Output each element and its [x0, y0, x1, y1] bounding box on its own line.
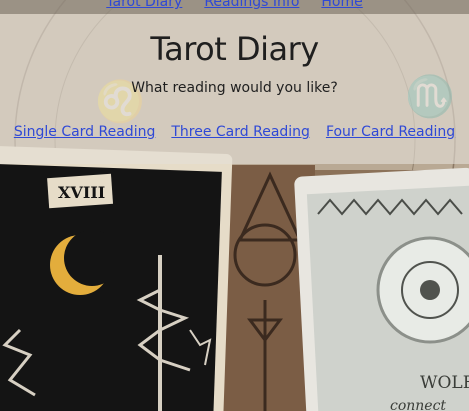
card-connect-text: connect [390, 398, 446, 411]
nav-link-tarot-diary[interactable]: Tarot Diary [106, 0, 182, 14]
nav-link-home[interactable]: Home [321, 0, 362, 14]
card-numeral: XVIII [58, 183, 105, 202]
page-subtitle: What reading would you like? [131, 80, 338, 96]
card-wolf-text: WOLF [420, 373, 469, 393]
three-card-reading-link[interactable]: Three Card Reading [171, 124, 310, 140]
top-nav: Tarot Diary Readings Info Home [0, 0, 469, 14]
single-card-reading-link[interactable]: Single Card Reading [14, 124, 156, 140]
nav-link-readings-info[interactable]: Readings Info [204, 0, 299, 14]
four-card-reading-link[interactable]: Four Card Reading [326, 124, 455, 140]
reading-links: Single Card Reading Three Card Reading F… [0, 124, 469, 140]
page-title: Tarot Diary [150, 30, 319, 68]
